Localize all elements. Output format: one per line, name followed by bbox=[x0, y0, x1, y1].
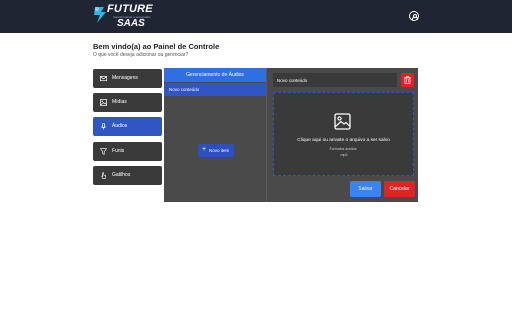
sidebar-item-label: Gatilhos bbox=[112, 172, 131, 178]
brand-logo[interactable]: FUTURE transformando a sua gestão SAAS bbox=[92, 3, 154, 30]
image-icon bbox=[100, 99, 107, 106]
delete-button[interactable] bbox=[401, 73, 414, 87]
accepted-formats-value: .mp3 bbox=[339, 153, 348, 157]
save-button[interactable]: Salvar bbox=[350, 181, 381, 197]
logo-subtext: SAAS bbox=[117, 18, 145, 29]
sidebar-item-label: Funis bbox=[112, 148, 125, 154]
funnel-icon bbox=[100, 148, 107, 155]
page-subtitle: O que você deseja adicionar ou gerenciar… bbox=[93, 52, 189, 58]
sidebar-item-gatilhos[interactable]: Gatilhos bbox=[93, 166, 162, 185]
audio-list-column: Gerenciamento de Áudios Novo conteúdo bbox=[164, 68, 267, 202]
trash-icon bbox=[404, 76, 411, 84]
content-title-input[interactable] bbox=[273, 73, 397, 87]
sidebar-item-audios[interactable]: Áudios bbox=[93, 117, 162, 136]
hand-pointer-icon bbox=[101, 172, 107, 179]
sidebar-item-mensagens[interactable]: Mensagens bbox=[93, 69, 162, 88]
sidebar-item-label: Mídias bbox=[112, 99, 127, 105]
dropzone-text: Clique aqui ou arraste o arquivo a ser s… bbox=[297, 138, 390, 143]
cancel-label: Cancelar bbox=[389, 186, 410, 192]
file-dropzone[interactable] bbox=[273, 92, 414, 176]
sidebar-item-label: Áudios bbox=[112, 123, 128, 129]
logo-text: FUTURE bbox=[107, 3, 153, 15]
list-header-title: Gerenciamento de Áudios bbox=[186, 72, 244, 78]
sidebar-item-midias[interactable]: Mídias bbox=[93, 93, 162, 112]
list-item[interactable]: Novo conteúdo bbox=[164, 83, 266, 96]
list-header: Gerenciamento de Áudios bbox=[164, 68, 266, 82]
envelope-icon bbox=[100, 75, 107, 82]
user-circle-icon[interactable] bbox=[409, 11, 419, 21]
list-item-label: Novo conteúdo bbox=[169, 87, 200, 92]
image-upload-icon bbox=[334, 113, 351, 130]
new-item-label: Novo item bbox=[209, 148, 230, 153]
logo-mark-icon bbox=[94, 7, 106, 23]
new-item-button[interactable]: + Novo item bbox=[198, 144, 234, 157]
sidebar-item-label: Mensagens bbox=[112, 75, 138, 81]
accepted-formats-label: Formatos aceitos: bbox=[329, 147, 358, 151]
plus-icon: + bbox=[202, 146, 207, 153]
cancel-button[interactable]: Cancelar bbox=[384, 181, 415, 197]
top-navbar: FUTURE transformando a sua gestão SAAS bbox=[0, 0, 512, 33]
page-title: Bem vindo(a) ao Painel de Controle bbox=[93, 42, 220, 51]
microphone-icon bbox=[101, 123, 106, 130]
sidebar-item-funis[interactable]: Funis bbox=[93, 142, 162, 161]
save-label: Salvar bbox=[358, 186, 373, 192]
